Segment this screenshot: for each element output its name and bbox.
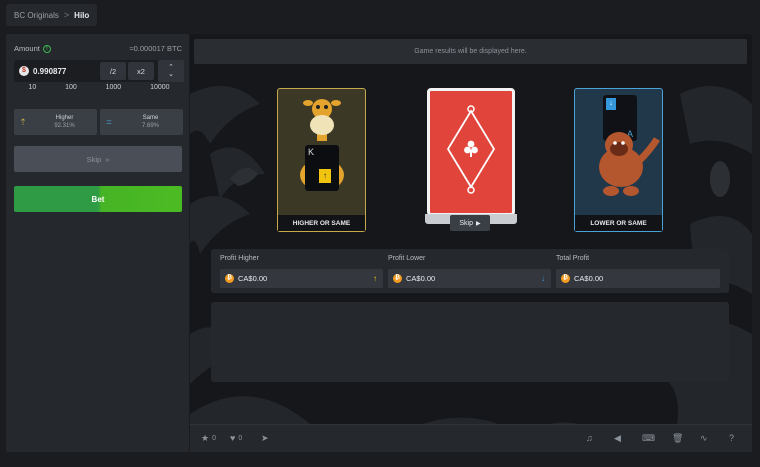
lower-or-same-caption: LOWER OR SAME [575, 215, 662, 231]
breadcrumb: BC Originals > Hilo [6, 4, 98, 26]
play-icon: ▶ [476, 220, 481, 227]
breadcrumb-current: Hilo [74, 10, 90, 20]
game-results-bar: Game results will be displayed here. [194, 39, 747, 64]
profit-higher-value: CA$0.00 [238, 274, 268, 283]
keyboard-icon[interactable]: ⌨ [642, 433, 655, 444]
total-profit-value: CA$0.00 [574, 274, 604, 283]
half-button[interactable]: /2 [100, 62, 126, 80]
higher-text: Higher 92.31% [32, 114, 97, 130]
preset-button[interactable]: 1000 [106, 84, 122, 98]
arrow-up-icon: ↑ [373, 274, 377, 283]
card-rank-k: K ↑ [305, 145, 339, 191]
star-icon: ★ [201, 433, 210, 443]
like-count: 0 [212, 435, 216, 442]
higher-or-same-caption: HIGHER OR SAME [278, 215, 365, 231]
btc-equivalent: ≈0.000017 BTC [129, 44, 182, 53]
same-button[interactable]: = Same 7.69% [100, 109, 183, 135]
profit-lower-field: ₿ CA$0.00 ↓ [388, 269, 551, 288]
volume-icon[interactable]: ◀ [614, 433, 621, 444]
profit-lower-value: CA$0.00 [406, 274, 436, 283]
profit-panel: Profit Higher ₿ CA$0.00 ↑ Profit Lower ₿… [211, 249, 729, 293]
gorilla-mascot [599, 132, 661, 196]
card-rank: K [308, 147, 315, 157]
breadcrumb-separator: > [63, 10, 70, 20]
favorite-button[interactable]: ♥ 0 [230, 433, 242, 443]
same-text: Same 7.69% [118, 114, 183, 130]
info-icon[interactable]: ! [42, 44, 51, 53]
heart-icon: ♥ [230, 433, 236, 443]
bet-button[interactable]: Bet [14, 186, 182, 212]
higher-or-same-card[interactable]: K ↑ HIGHER OR SAME [277, 88, 366, 232]
chevron-up-down-icon[interactable]: ⌃ ⌄ [158, 60, 184, 82]
bet-panel: Amount ! ≈0.000017 BTC $ /2 x2 ⌃⌄ 10 100… [6, 34, 189, 452]
card-back-pattern [446, 105, 496, 194]
profit-higher-label: Profit Higher [220, 255, 259, 262]
preset-amounts: 10 100 1000 10000 [14, 84, 184, 98]
lower-or-same-card[interactable]: ↓ A LOWER OR SAME [574, 88, 663, 232]
total-profit-label: Total Profit [556, 255, 590, 262]
current-card [427, 88, 515, 216]
trash-icon[interactable]: 🗑 [672, 433, 683, 444]
arrow-up-icon: ⇡ [19, 116, 27, 127]
bitcoin-icon: ₿ [225, 274, 234, 283]
help-icon[interactable]: ? [729, 433, 734, 443]
profit-lower-label: Profit Lower [388, 255, 426, 262]
like-button[interactable]: ★ 0 [201, 433, 216, 444]
preset-button[interactable]: 10000 [150, 84, 169, 98]
favorite-count: 0 [238, 434, 243, 442]
center-skip-label: Skip [459, 219, 473, 227]
amount-field: $ /2 x2 ⌃⌄ [14, 60, 184, 82]
bottom-toolbar: ★ 0 ♥ 0 ➤ ♫ ◀ ⌨ 🗑 ∿ ? [190, 424, 752, 452]
arrow-down-icon: ↓ [541, 274, 545, 283]
bitcoin-icon: ₿ [393, 274, 402, 283]
breadcrumb-parent-link[interactable]: BC Originals [14, 11, 59, 20]
clubs-icon [464, 140, 478, 157]
chart-icon[interactable]: ∿ [700, 433, 708, 444]
double-button[interactable]: x2 [128, 62, 154, 80]
preset-button[interactable]: 10 [28, 84, 36, 98]
music-icon[interactable]: ♫ [586, 433, 593, 443]
profit-higher-field: ₿ CA$0.00 ↑ [220, 269, 383, 288]
equals-icon: = [106, 117, 112, 127]
higher-percent: 92.31% [54, 123, 75, 129]
game-area: Game results will be displayed here. K ↑… [190, 34, 752, 452]
amount-input[interactable] [33, 66, 85, 76]
total-profit-field: ₿ CA$0.00 [556, 269, 720, 288]
skip-label: Skip [86, 154, 102, 164]
amount-label: Amount [14, 44, 40, 53]
same-percent: 7.69% [141, 123, 159, 129]
amount-header: Amount ! ≈0.000017 BTC [14, 44, 182, 53]
preset-button[interactable]: 100 [65, 84, 77, 98]
send-icon[interactable]: ➤ [261, 433, 269, 444]
higher-label: Higher [55, 115, 74, 121]
game-history-panel [211, 302, 729, 382]
coin-icon: $ [19, 66, 29, 76]
amount-label-wrap: Amount ! [14, 44, 51, 53]
arrow-up-icon: ↑ [319, 169, 331, 183]
higher-button[interactable]: ⇡ Higher 92.31% [14, 109, 97, 135]
same-label: Same [142, 115, 159, 121]
bitcoin-icon: ₿ [561, 274, 570, 283]
skip-button[interactable]: Skip » [14, 146, 182, 172]
arrow-down-icon: ↓ [606, 98, 616, 110]
center-skip-button[interactable]: Skip ▶ [450, 215, 490, 231]
double-chevron-right-icon: » [105, 154, 110, 164]
